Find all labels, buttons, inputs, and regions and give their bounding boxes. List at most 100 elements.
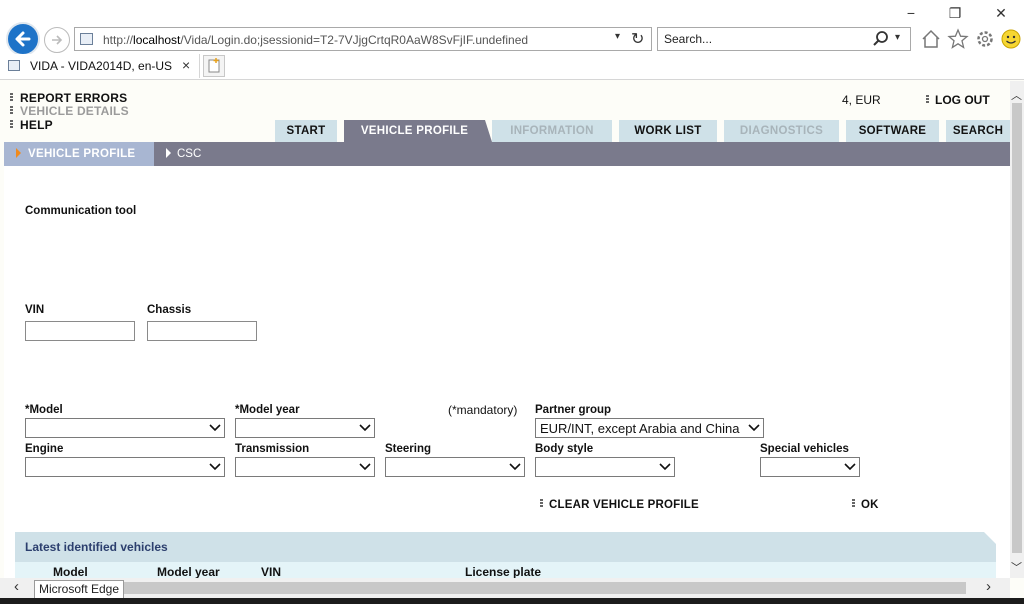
chevron-down-icon — [209, 424, 221, 432]
forward-button[interactable] — [44, 27, 70, 53]
search-box[interactable]: ▾ — [657, 27, 911, 51]
scroll-down-icon[interactable]: ﹀ — [1011, 559, 1022, 575]
triangle-right-icon — [16, 148, 21, 158]
scroll-right-icon[interactable]: › — [986, 578, 991, 595]
tab-close-icon[interactable]: × — [182, 57, 190, 73]
steering-select[interactable] — [385, 457, 525, 477]
partner-group-select-value: EUR/INT, except Arabia and China — [540, 421, 740, 436]
vertical-scrollbar[interactable]: ︿ ﹀ — [1010, 81, 1024, 578]
home-icon[interactable] — [920, 28, 942, 50]
vida-page: REPORT ERRORS VEHICLE DETAILS HELP 4, EU… — [0, 81, 1010, 581]
column-header-model[interactable]: Model — [53, 565, 88, 579]
scroll-left-icon[interactable]: ‹ — [14, 578, 19, 595]
help-link[interactable]: HELP — [10, 118, 53, 132]
column-header-model-year[interactable]: Model year — [157, 565, 220, 579]
tab-information: INFORMATION — [492, 120, 612, 142]
bullet-dots-icon — [10, 106, 13, 114]
address-dropdown-icon[interactable]: ▾ — [615, 31, 620, 42]
subnav-vehicle-profile[interactable]: VEHICLE PROFILE — [4, 142, 154, 166]
user-info: 4, EUR — [842, 93, 881, 107]
search-dropdown-icon[interactable]: ▾ — [895, 32, 900, 43]
taskbar-strip — [0, 598, 1024, 604]
refresh-icon[interactable]: ↻ — [631, 29, 644, 49]
arrow-left-icon — [15, 31, 31, 47]
steering-label: Steering — [385, 443, 432, 455]
model-label: *Model — [25, 404, 63, 416]
tab-vehicle-profile-label: VEHICLE PROFILE — [360, 125, 469, 137]
close-window-button[interactable]: ✕ — [986, 2, 1016, 24]
bullet-dots-icon — [926, 95, 929, 103]
horizontal-scroll-thumb[interactable] — [36, 582, 966, 594]
minimize-button[interactable]: − — [896, 2, 926, 24]
engine-select[interactable] — [25, 457, 225, 477]
column-header-license-plate[interactable]: License plate — [465, 565, 541, 579]
chevron-down-icon — [659, 463, 671, 471]
chassis-label: Chassis — [147, 304, 192, 316]
clear-vehicle-profile-button[interactable]: CLEAR VEHICLE PROFILE — [540, 499, 699, 511]
subnav-vehicle-profile-label: VEHICLE PROFILE — [28, 148, 136, 160]
smiley-icon[interactable] — [1000, 28, 1022, 50]
tab-work-list[interactable]: WORK LIST — [619, 120, 717, 142]
model-year-label: *Model year — [235, 404, 300, 416]
bullet-dots-icon — [540, 499, 543, 507]
tab-notch — [485, 120, 492, 142]
chevron-down-icon — [359, 424, 371, 432]
new-tab-icon — [208, 58, 220, 73]
vehicle-details-link: VEHICLE DETAILS — [10, 104, 129, 118]
logout-label: LOG OUT — [935, 93, 990, 107]
page-icon — [80, 33, 93, 45]
arrow-right-icon — [52, 35, 63, 45]
chevron-down-icon — [844, 463, 856, 471]
partner-group-select[interactable]: EUR/INT, except Arabia and China — [535, 418, 764, 438]
ok-button[interactable]: OK — [852, 499, 879, 511]
transmission-select[interactable] — [235, 457, 375, 477]
horizontal-scrollbar[interactable]: ‹ › — [0, 578, 1010, 598]
back-button[interactable] — [6, 22, 40, 56]
scroll-up-icon[interactable]: ︿ — [1011, 87, 1022, 103]
address-url: http://localhost/Vida/Login.do;jsessioni… — [103, 33, 529, 47]
vin-input[interactable] — [25, 321, 135, 341]
chevron-down-icon — [209, 463, 221, 471]
tab-software[interactable]: SOFTWARE — [846, 120, 939, 142]
model-select[interactable] — [25, 418, 225, 438]
vehicle-profile-form: Communication tool VIN Chassis *Model *M… — [4, 166, 1010, 581]
tab-vehicle-profile[interactable]: VEHICLE PROFILE — [344, 120, 492, 142]
latest-vehicles-title: Latest identified vehicles — [25, 540, 168, 554]
browser-tab-vida[interactable]: VIDA - VIDA2014D, en-US × — [0, 54, 200, 78]
tab-page-icon — [8, 60, 20, 71]
body-style-select[interactable] — [535, 457, 675, 477]
vehicle-details-label: VEHICLE DETAILS — [20, 104, 129, 118]
restore-button[interactable]: ❐ — [940, 2, 970, 24]
address-bar[interactable]: http://localhost/Vida/Login.do;jsessioni… — [74, 27, 652, 51]
tab-start[interactable]: START — [275, 120, 337, 142]
chassis-input[interactable] — [147, 321, 257, 341]
body-style-label: Body style — [535, 443, 594, 455]
tab-search[interactable]: SEARCH — [946, 120, 1010, 142]
triangle-right-icon — [166, 148, 171, 158]
gear-icon[interactable] — [974, 28, 996, 50]
search-input[interactable] — [664, 31, 854, 47]
subnav-csc-label: CSC — [177, 148, 202, 160]
search-icon[interactable] — [872, 30, 890, 48]
help-label: HELP — [20, 118, 53, 132]
subnav-csc[interactable]: CSC — [166, 142, 201, 166]
vin-label: VIN — [25, 304, 45, 316]
ok-label: OK — [861, 499, 879, 511]
tab-title: VIDA - VIDA2014D, en-US — [30, 59, 173, 73]
vertical-scroll-thumb[interactable] — [1012, 103, 1022, 553]
edge-tooltip: Microsoft Edge — [34, 580, 125, 599]
chevron-down-icon — [359, 463, 371, 471]
report-errors-label: REPORT ERRORS — [20, 91, 128, 105]
sub-navigation: VEHICLE PROFILE CSC — [4, 142, 1010, 166]
transmission-label: Transmission — [235, 443, 310, 455]
column-header-vin[interactable]: VIN — [261, 565, 281, 579]
bullet-dots-icon — [852, 499, 855, 507]
panel-corner — [984, 532, 996, 544]
special-vehicles-select[interactable] — [760, 457, 860, 477]
star-icon[interactable] — [947, 28, 969, 50]
report-errors-link[interactable]: REPORT ERRORS — [10, 91, 127, 105]
model-year-select[interactable] — [235, 418, 375, 438]
new-tab-button[interactable] — [203, 55, 225, 77]
special-vehicles-label: Special vehicles — [760, 443, 849, 455]
logout-link[interactable]: LOG OUT — [926, 93, 990, 107]
